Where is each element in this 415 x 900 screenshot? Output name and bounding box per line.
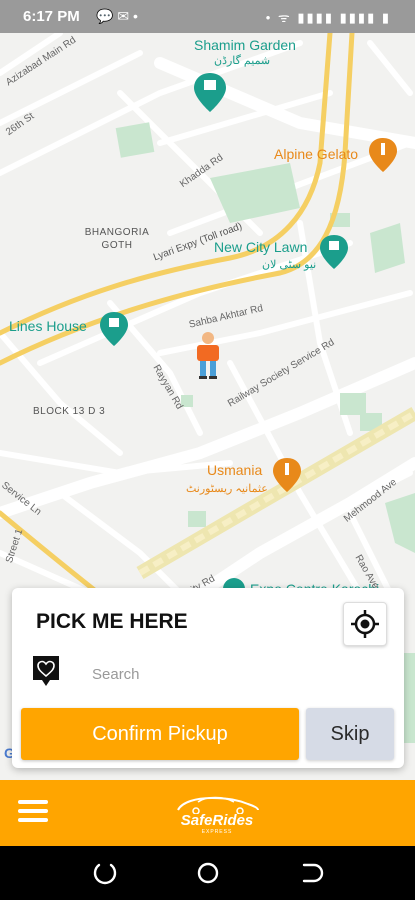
back-icon[interactable] (298, 860, 324, 886)
poi-label: Lines House (9, 318, 87, 334)
notification-icons: 💬 ✉ • (96, 8, 138, 24)
recent-apps-icon[interactable] (92, 860, 118, 886)
poi-sublabel: نیو سٹی لان (262, 259, 317, 271)
area-label: BLOCK 13 D 3 (33, 406, 106, 417)
confirm-pickup-button[interactable]: Confirm Pickup (21, 708, 299, 760)
home-icon[interactable] (195, 860, 221, 886)
pickup-card: PICK ME HERE Confirm Pickup Skip (12, 588, 404, 768)
poi-label: New City Lawn (214, 239, 308, 255)
favorite-heart-icon[interactable] (30, 654, 62, 688)
skip-button[interactable]: Skip (306, 708, 394, 760)
poi-label: Alpine Gelato (274, 146, 359, 162)
brand-name: SafeRides (180, 812, 254, 829)
status-time: 6:17 PM (23, 8, 80, 25)
poi-label: Usmania (207, 462, 263, 478)
system-navigation-bar (0, 846, 415, 900)
status-bar: 6:17 PM 💬 ✉ • • ᯤ ▮▮▮▮ ▮▮▮▮ ▮ (0, 0, 415, 33)
bottom-app-bar: SafeRides EXPRESS (0, 780, 415, 846)
car-logo-icon (177, 796, 259, 814)
brand-tagline: EXPRESS (201, 829, 233, 835)
poi-label: Shamim Garden (194, 37, 296, 53)
hamburger-menu-icon[interactable] (18, 800, 48, 824)
system-icons: • ᯤ ▮▮▮▮ ▮▮▮▮ ▮ (265, 10, 391, 25)
poi-sublabel: شمیم گارڈن (214, 55, 271, 67)
brand-logo: SafeRides EXPRESS (172, 792, 262, 835)
search-input[interactable] (92, 660, 332, 688)
area-label: BHANGORIA GOTH (84, 227, 150, 251)
crosshair-icon (351, 610, 379, 638)
my-location-button[interactable] (343, 602, 387, 646)
pickup-title: PICK ME HERE (36, 610, 188, 633)
poi-sublabel: عثمانیہ ریسٹورنٹ (186, 483, 268, 495)
